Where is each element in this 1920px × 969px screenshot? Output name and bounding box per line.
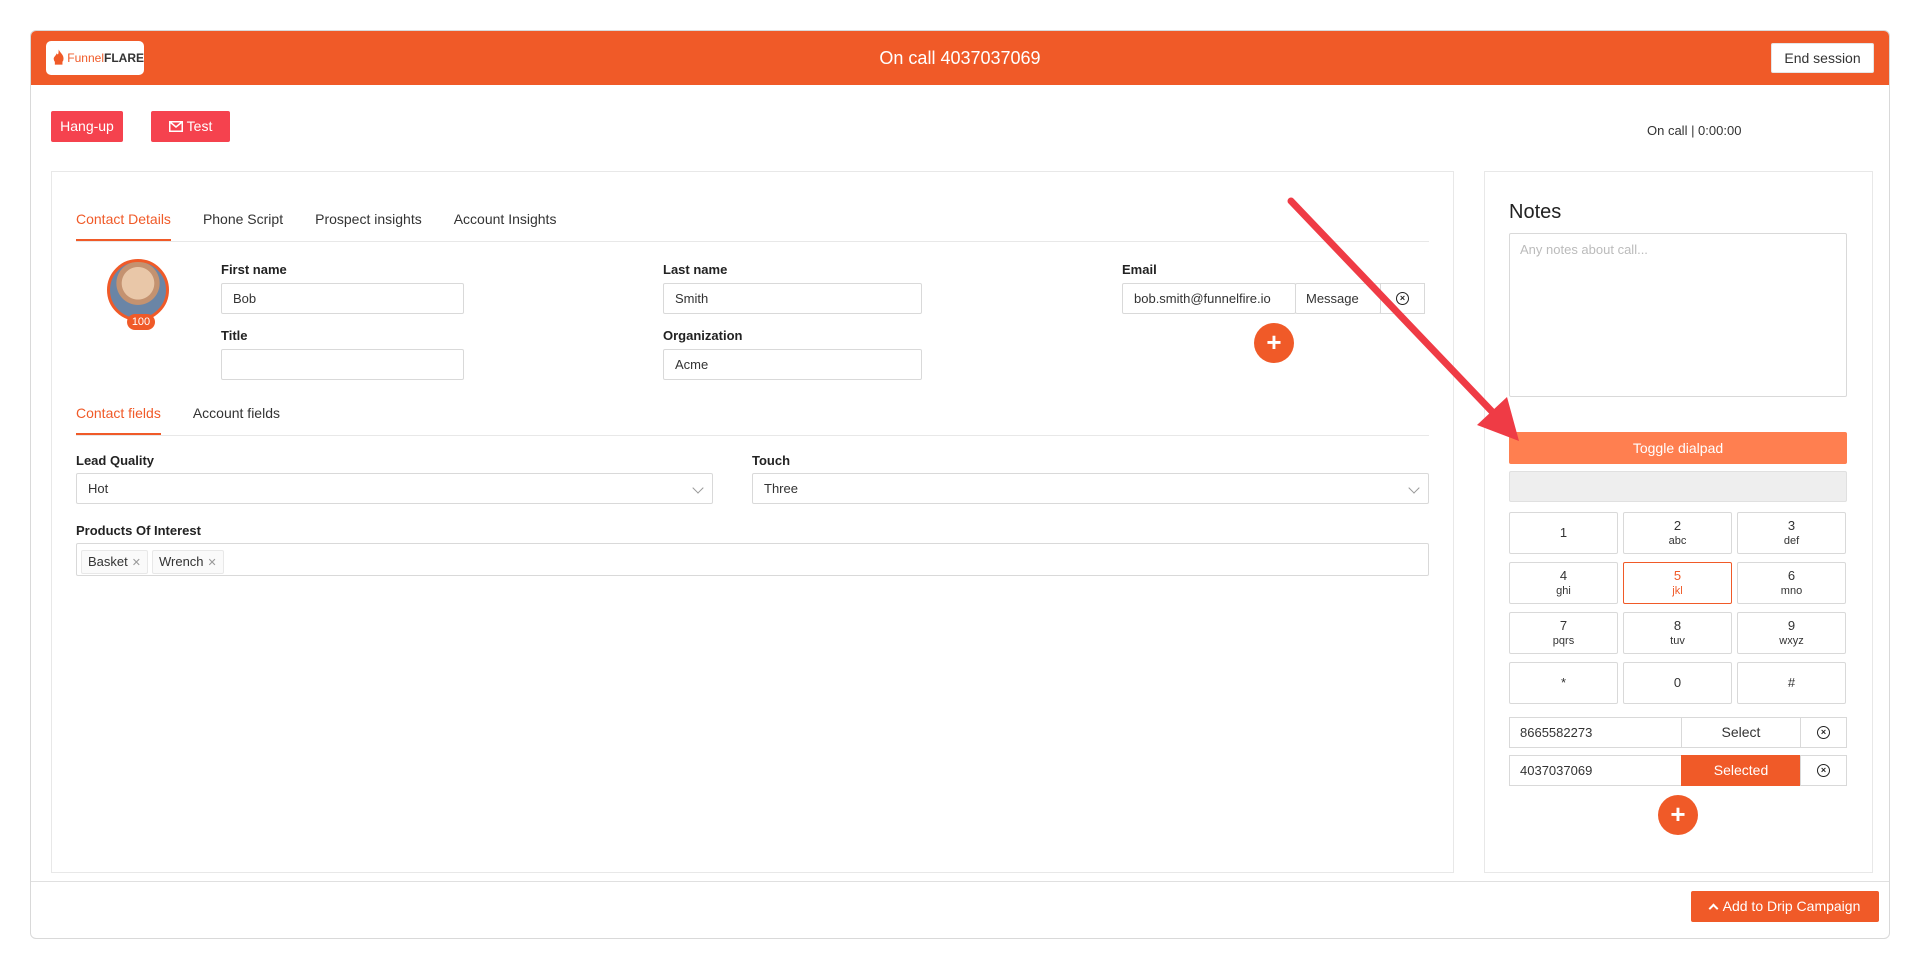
product-tag: Wrench ✕ xyxy=(151,550,224,574)
dialpad-key-letters: wxyz xyxy=(1779,635,1804,647)
add-phone-button[interactable]: + xyxy=(1658,795,1698,835)
dialpad-key-number: 8 xyxy=(1673,618,1682,633)
lead-quality-label: Lead Quality xyxy=(76,453,155,468)
footer-divider xyxy=(31,881,1889,882)
dialpad-key-letters: ghi xyxy=(1556,585,1571,597)
phone-number-field[interactable]: 4037037069 xyxy=(1509,755,1682,786)
last-name-label: Last name xyxy=(663,262,728,277)
toggle-dialpad-button[interactable]: Toggle dialpad xyxy=(1509,432,1847,464)
dialpad-key[interactable]: 0 xyxy=(1623,662,1732,704)
remove-phone-button[interactable]: × xyxy=(1800,755,1847,786)
field-tabs-divider xyxy=(76,435,1429,436)
dialpad-key-number: 0 xyxy=(1673,675,1682,690)
add-to-drip-campaign-button[interactable]: Add to Drip Campaign xyxy=(1691,891,1879,922)
lead-quality-select[interactable]: Hot xyxy=(76,473,713,504)
dialpad-key[interactable]: # xyxy=(1737,662,1846,704)
end-session-button[interactable]: End session xyxy=(1771,43,1874,73)
dialpad-key-number: 1 xyxy=(1559,525,1568,540)
dialpad-key-letters: tuv xyxy=(1670,635,1685,647)
close-circle-icon: × xyxy=(1817,764,1830,777)
selected-phone-button[interactable]: Selected xyxy=(1681,755,1801,786)
touch-select[interactable]: Three xyxy=(752,473,1429,504)
lead-quality-value: Hot xyxy=(88,481,109,496)
top-bar: FunnelFLARE On call 4037037069 End sessi… xyxy=(31,31,1889,85)
app-window: FunnelFLARE On call 4037037069 End sessi… xyxy=(30,30,1890,939)
tab-account-fields[interactable]: Account fields xyxy=(193,405,280,435)
title-field[interactable] xyxy=(221,349,464,380)
test-button-label: Test xyxy=(186,118,213,134)
touch-value: Three xyxy=(764,481,798,496)
dialpad-key-letters: jkl xyxy=(1672,585,1683,597)
dialpad-key-number: 9 xyxy=(1787,618,1796,633)
dialpad-key-letters: def xyxy=(1783,535,1800,547)
hang-up-button[interactable]: Hang-up xyxy=(51,111,123,142)
close-circle-icon: × xyxy=(1817,726,1830,739)
dialpad-key-letters: mno xyxy=(1780,585,1803,597)
dialpad-key[interactable]: * xyxy=(1509,662,1618,704)
remove-phone-button[interactable]: × xyxy=(1800,717,1847,748)
first-name-field[interactable]: Bob xyxy=(221,283,464,314)
call-status: On call | 0:00:00 xyxy=(1647,123,1742,138)
product-tag: Basket ✕ xyxy=(81,550,148,574)
chevron-down-icon xyxy=(692,482,704,494)
dialpad-key-number: 6 xyxy=(1787,568,1796,583)
dialpad-key[interactable]: 2 abc xyxy=(1623,512,1732,554)
dialpad-key-number: 2 xyxy=(1673,518,1682,533)
title-label: Title xyxy=(221,328,248,343)
chevron-down-icon xyxy=(1408,482,1420,494)
test-button[interactable]: Test xyxy=(151,111,230,142)
dialpad-key-letters: abc xyxy=(1668,535,1687,547)
dialpad-key-number: 3 xyxy=(1787,518,1796,533)
chevron-up-icon xyxy=(1708,903,1719,914)
close-icon[interactable]: ✕ xyxy=(208,557,217,569)
dialpad-key[interactable]: 6 mno xyxy=(1737,562,1846,604)
tabs-divider xyxy=(76,241,1429,242)
avatar xyxy=(107,259,169,321)
organization-field[interactable]: Acme xyxy=(663,349,922,380)
phone-number-field[interactable]: 8665582273 xyxy=(1509,717,1682,748)
touch-label: Touch xyxy=(752,453,791,468)
dialpad-key-number: # xyxy=(1787,675,1796,690)
dialpad-key[interactable]: 7 pqrs xyxy=(1509,612,1618,654)
products-label: Products Of Interest xyxy=(76,523,201,538)
close-icon[interactable]: ✕ xyxy=(132,557,141,569)
annotation-arrow xyxy=(1287,197,1519,441)
last-name-field[interactable]: Smith xyxy=(663,283,922,314)
call-title: On call 4037037069 xyxy=(879,48,1041,68)
dialpad-key-number: 7 xyxy=(1559,618,1568,633)
dialpad-key[interactable]: 8 tuv xyxy=(1623,612,1732,654)
dialpad-key[interactable]: 3 def xyxy=(1737,512,1846,554)
email-label: Email xyxy=(1122,262,1157,277)
dialpad-key[interactable]: 4 ghi xyxy=(1509,562,1618,604)
dialpad-key-letters: pqrs xyxy=(1552,635,1575,647)
email-field[interactable]: bob.smith@funnelfire.io xyxy=(1122,283,1296,314)
dialpad-display xyxy=(1509,471,1847,502)
tab-contact-fields[interactable]: Contact fields xyxy=(76,405,161,435)
tab-phone-script[interactable]: Phone Script xyxy=(203,211,283,241)
product-tag-label: Basket xyxy=(88,554,128,569)
first-name-label: First name xyxy=(221,262,287,277)
organization-label: Organization xyxy=(663,328,743,343)
product-tag-label: Wrench xyxy=(158,554,204,569)
tab-prospect-insights[interactable]: Prospect insights xyxy=(315,211,422,241)
notes-textarea[interactable]: Any notes about call... xyxy=(1509,233,1847,397)
dialpad-key-number: 4 xyxy=(1559,568,1568,583)
field-tabs: Contact fields Account fields xyxy=(76,405,312,435)
avatar-score-badge: 100 xyxy=(127,314,155,330)
dialpad-key[interactable]: 9 wxyz xyxy=(1737,612,1846,654)
dialpad-key[interactable]: 5 jkl xyxy=(1623,562,1732,604)
contact-tabs: Contact Details Phone Script Prospect in… xyxy=(76,211,588,241)
tab-contact-details[interactable]: Contact Details xyxy=(76,211,171,241)
dialpad-key[interactable]: 1 xyxy=(1509,512,1618,554)
select-phone-button[interactable]: Select xyxy=(1681,717,1801,748)
drip-button-label: Add to Drip Campaign xyxy=(1722,898,1861,914)
tab-account-insights[interactable]: Account Insights xyxy=(454,211,557,241)
mail-icon xyxy=(168,121,183,132)
dialpad-key-number: 5 xyxy=(1673,568,1682,583)
products-multiselect[interactable]: Basket ✕ Wrench ✕ xyxy=(76,543,1429,576)
dialpad-key-number: * xyxy=(1560,675,1567,690)
